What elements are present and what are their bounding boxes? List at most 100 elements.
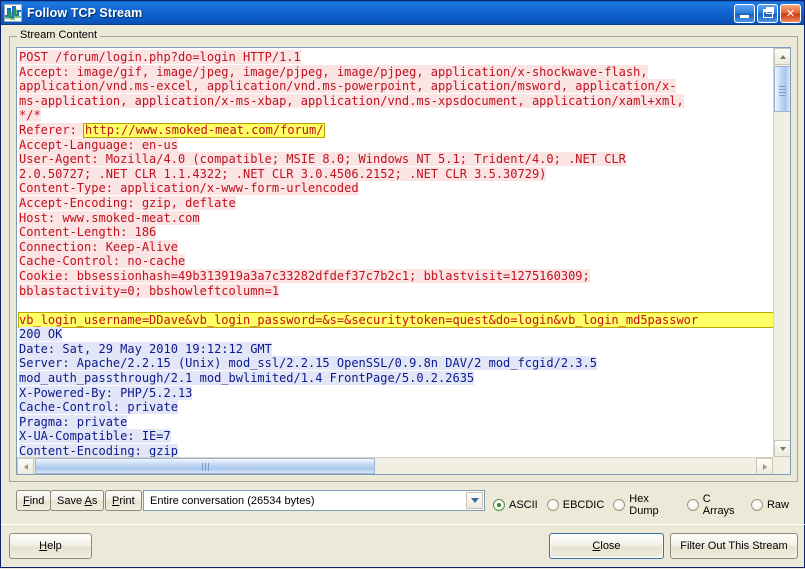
stream-line: Content-Length: 186	[19, 225, 773, 240]
stream-line-text: Accept-Encoding: gzip, deflate	[19, 196, 236, 210]
stream-line: Accept: image/gif, image/jpeg, image/pjp…	[19, 65, 773, 80]
highlighted-referer-url: http://www.smoked-meat.com/forum/	[83, 123, 325, 138]
close-button[interactable]: Close	[549, 533, 664, 559]
scroll-up-button[interactable]	[774, 48, 791, 65]
stream-line: */*	[19, 108, 773, 123]
format-radio-hex-dump[interactable]: Hex Dump	[613, 493, 677, 517]
stream-line: Accept-Encoding: gzip, deflate	[19, 196, 773, 211]
stream-line-text: Referer:	[19, 123, 84, 137]
stream-line-text: User-Agent: Mozilla/4.0 (compatible; MSI…	[19, 152, 626, 166]
scroll-down-button[interactable]	[774, 440, 791, 457]
format-radio-raw[interactable]: Raw	[751, 499, 789, 511]
stream-line: Cache-Control: private	[19, 400, 773, 415]
dialog-footer: Help Close Filter Out This Stream	[1, 524, 805, 569]
stream-line-text: */*	[19, 108, 41, 122]
stream-line-text: Content-Encoding: gzip	[19, 444, 178, 457]
scroll-right-button[interactable]	[756, 458, 773, 475]
stream-line: X-UA-Compatible: IE=7	[19, 429, 773, 444]
stream-line: Connection: Keep-Alive	[19, 240, 773, 255]
help-button[interactable]: Help	[9, 533, 92, 559]
stream-text[interactable]: POST /forum/login.php?do=login HTTP/1.1A…	[17, 48, 773, 457]
vertical-scrollbar[interactable]	[773, 48, 790, 457]
window-buttons: ✕	[734, 4, 801, 23]
stream-line: Content-Encoding: gzip	[19, 444, 773, 457]
stream-line-text: ms-application, application/x-ms-xbap, a…	[19, 94, 684, 108]
stream-line: Content-Type: application/x-www-form-url…	[19, 181, 773, 196]
footer-separator	[1, 524, 805, 525]
stream-line: vb_login_username=DDave&vb_login_passwor…	[19, 313, 773, 328]
stream-line: application/vnd.ms-excel, application/vn…	[19, 79, 773, 94]
format-radio-label: C Arrays	[703, 493, 742, 517]
title-bar: Follow TCP Stream ✕	[1, 1, 804, 25]
stream-line: Referer: http://www.smoked-meat.com/foru…	[19, 123, 773, 138]
stream-content-pane[interactable]: POST /forum/login.php?do=login HTTP/1.1A…	[16, 47, 791, 475]
scrollbar-corner	[773, 457, 790, 474]
stream-line-text: 200 OK	[19, 327, 62, 341]
horizontal-scroll-thumb[interactable]	[35, 458, 375, 474]
maximize-button[interactable]	[757, 4, 778, 23]
radio-dot-icon[interactable]	[547, 499, 559, 511]
stream-line-text: Host: www.smoked-meat.com	[19, 211, 200, 225]
stream-line: User-Agent: Mozilla/4.0 (compatible; MSI…	[19, 152, 773, 167]
follow-tcp-stream-window: Follow TCP Stream ✕ Stream Content POST …	[0, 0, 805, 568]
stream-line: X-Powered-By: PHP/5.2.13	[19, 386, 773, 401]
format-radio-label: Raw	[767, 499, 789, 511]
radio-dot-icon[interactable]	[751, 499, 763, 511]
save-as-button[interactable]: Save As	[50, 490, 104, 511]
conversation-dropdown[interactable]: Entire conversation (26534 bytes)	[143, 490, 485, 511]
chevron-down-icon[interactable]	[466, 492, 483, 509]
stream-line: bblastactivity=0; bbshowleftcolumn=1	[19, 284, 773, 299]
vertical-scroll-thumb[interactable]	[774, 66, 791, 112]
find-button[interactable]: Find	[16, 490, 51, 511]
find-button-label-rest: ind	[30, 495, 45, 507]
filter-out-stream-button[interactable]: Filter Out This Stream	[670, 533, 798, 559]
stream-line: Date: Sat, 29 May 2010 19:12:12 GMT	[19, 342, 773, 357]
conversation-dropdown-value: Entire conversation (26534 bytes)	[150, 495, 314, 507]
stream-line: Cookie: bbsessionhash=49b313919a3a7c3328…	[19, 269, 773, 284]
stream-line-text: Cookie: bbsessionhash=49b313919a3a7c3328…	[19, 269, 590, 283]
stream-line-text: Server: Apache/2.2.15 (Unix) mod_ssl/2.2…	[19, 356, 597, 370]
stream-line-text: X-UA-Compatible: IE=7	[19, 429, 171, 443]
stream-line: Pragma: private	[19, 415, 773, 430]
window-title: Follow TCP Stream	[27, 6, 734, 20]
stream-line: Host: www.smoked-meat.com	[19, 211, 773, 226]
stream-line: 2.0.50727; .NET CLR 1.1.4322; .NET CLR 3…	[19, 167, 773, 182]
close-window-button[interactable]: ✕	[780, 4, 801, 23]
horizontal-scrollbar[interactable]	[17, 457, 773, 474]
scroll-left-button[interactable]	[17, 458, 34, 475]
stream-line: ms-application, application/x-ms-xbap, a…	[19, 94, 773, 109]
stream-line-text: Cache-Control: no-cache	[19, 254, 185, 268]
stream-line-text: Connection: Keep-Alive	[19, 240, 178, 254]
radio-dot-icon[interactable]	[687, 499, 699, 511]
stream-line-text: Content-Length: 186	[19, 225, 156, 239]
radio-dot-icon[interactable]	[493, 499, 505, 511]
stream-line-text: Accept: image/gif, image/jpeg, image/pjp…	[19, 65, 648, 79]
stream-line: Cache-Control: no-cache	[19, 254, 773, 269]
format-radio-ebcdic[interactable]: EBCDIC	[547, 499, 605, 511]
format-radio-group[interactable]: ASCII EBCDIC Hex Dump C Arrays Raw	[493, 493, 798, 517]
format-radio-c-arrays[interactable]: C Arrays	[687, 493, 742, 517]
format-radio-label: ASCII	[509, 499, 538, 511]
stream-line-text: bblastactivity=0; bbshowleftcolumn=1	[19, 284, 279, 298]
stream-line	[19, 298, 773, 313]
minimize-button[interactable]	[734, 4, 755, 23]
stream-line-text: X-Powered-By: PHP/5.2.13	[19, 386, 192, 400]
stream-line: 200 OK	[19, 327, 773, 342]
print-button[interactable]: Print	[105, 490, 142, 511]
stream-line-text: Date: Sat, 29 May 2010 19:12:12 GMT	[19, 342, 272, 356]
format-radio-label: Hex Dump	[629, 493, 677, 517]
stream-line: Server: Apache/2.2.15 (Unix) mod_ssl/2.2…	[19, 356, 773, 371]
stream-line-text: Pragma: private	[19, 415, 127, 429]
stream-line: Accept-Language: en-us	[19, 138, 773, 153]
stream-line-text: application/vnd.ms-excel, application/vn…	[19, 79, 676, 93]
stream-content-label: Stream Content	[17, 29, 100, 41]
stream-line-text: vb_login_username=DDave&vb_login_passwor…	[19, 313, 698, 327]
stream-line-text: Accept-Language: en-us	[19, 138, 178, 152]
stream-line: POST /forum/login.php?do=login HTTP/1.1	[19, 50, 773, 65]
stream-controls: Find Save As Print Entire conversation (…	[9, 487, 798, 515]
wireshark-icon	[4, 4, 22, 22]
format-radio-ascii[interactable]: ASCII	[493, 499, 538, 511]
stream-line-text: mod_auth_passthrough/2.1 mod_bwlimited/1…	[19, 371, 474, 385]
radio-dot-icon[interactable]	[613, 499, 625, 511]
stream-line-text: POST /forum/login.php?do=login HTTP/1.1	[19, 50, 301, 64]
